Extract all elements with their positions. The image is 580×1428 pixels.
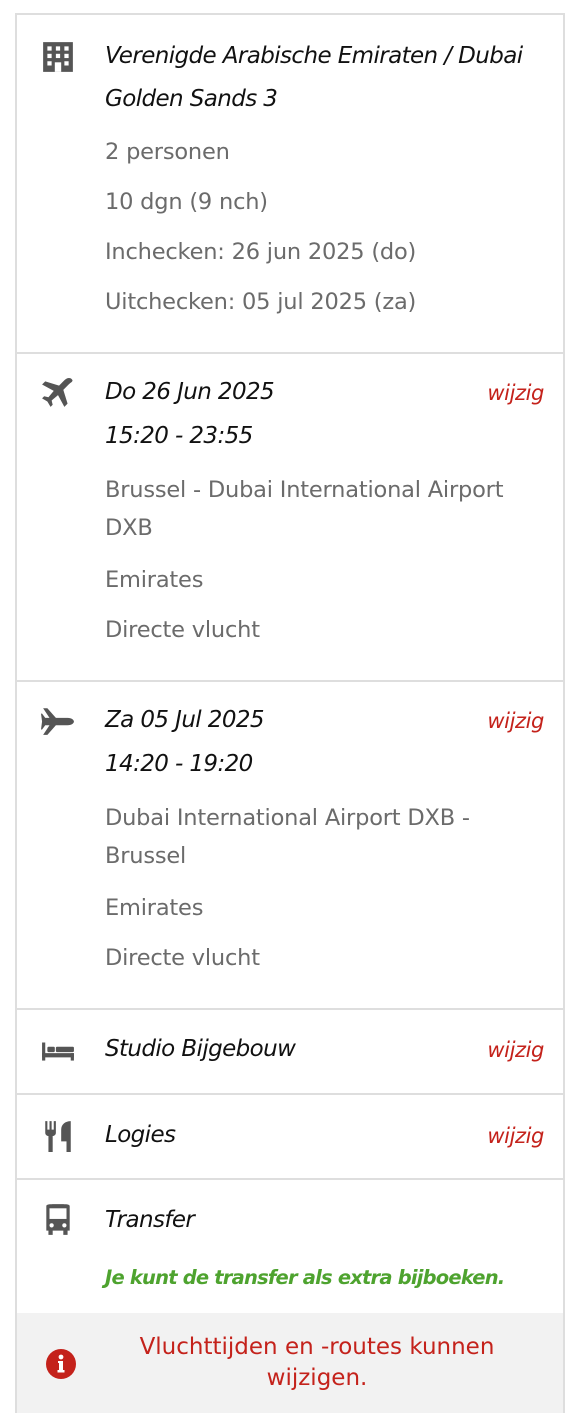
plane-arrival-icon (41, 704, 75, 738)
plane-departure-icon (41, 376, 75, 410)
board-type: Logies (105, 1122, 176, 1148)
destination-title: Verenigde Arabische Emiraten / Dubai (105, 43, 523, 69)
cutlery-icon (41, 1119, 75, 1153)
transfer-promo-text: Je kunt de transfer als extra bijboeken. (105, 1266, 505, 1289)
stay-duration: 10 dgn (9 nch) (105, 189, 268, 215)
divider (17, 1178, 563, 1180)
edit-room-link[interactable]: wijzig (487, 1038, 544, 1062)
hotel-name: Golden Sands 3 (105, 86, 278, 112)
return-flight-route: Dubai International Airport DXB - Brusse… (105, 799, 553, 875)
return-flight-times: 14:20 - 19:20 (105, 751, 253, 777)
edit-board-link[interactable]: wijzig (487, 1124, 544, 1148)
transfer-label: Transfer (105, 1207, 195, 1233)
return-route-line2: Brussel (105, 843, 187, 869)
notice-text: Vluchttijden en -routes kunnen wijzigen. (97, 1332, 537, 1394)
outbound-route-line1: Brussel - Dubai International Airport (105, 477, 504, 503)
divider (17, 1093, 563, 1095)
return-route-line1: Dubai International Airport DXB - (105, 805, 470, 831)
divider (17, 680, 563, 682)
outbound-flight-type: Directe vlucht (105, 617, 260, 643)
persons-count: 2 personen (105, 139, 230, 165)
info-icon (45, 1348, 77, 1380)
return-flight-type: Directe vlucht (105, 945, 260, 971)
outbound-flight-route: Brussel - Dubai International Airport DX… (105, 471, 553, 547)
bus-icon (41, 1203, 75, 1237)
divider (17, 352, 563, 354)
outbound-flight-times: 15:20 - 23:55 (105, 423, 253, 449)
return-flight-date: Za 05 Jul 2025 (105, 707, 265, 733)
edit-outbound-flight-link[interactable]: wijzig (487, 381, 544, 405)
checkin-date: Inchecken: 26 jun 2025 (do) (105, 239, 417, 265)
edit-return-flight-link[interactable]: wijzig (487, 709, 544, 733)
hotel-building-icon (41, 40, 75, 74)
return-airline: Emirates (105, 895, 204, 921)
outbound-airline: Emirates (105, 567, 204, 593)
checkout-date: Uitchecken: 05 jul 2025 (za) (105, 289, 417, 315)
outbound-route-line2: DXB (105, 515, 153, 541)
outbound-flight-date: Do 26 Jun 2025 (105, 379, 275, 405)
notice-line1: Vluchttijden en -routes kunnen (139, 1334, 495, 1360)
notice-banner: Vluchttijden en -routes kunnen wijzigen. (17, 1313, 563, 1413)
notice-line2: wijzigen. (266, 1365, 368, 1391)
room-type: Studio Bijgebouw (105, 1036, 296, 1062)
booking-summary-card: Verenigde Arabische Emiraten / Dubai Gol… (15, 13, 565, 1413)
divider (17, 1008, 563, 1010)
bed-icon (41, 1034, 75, 1068)
